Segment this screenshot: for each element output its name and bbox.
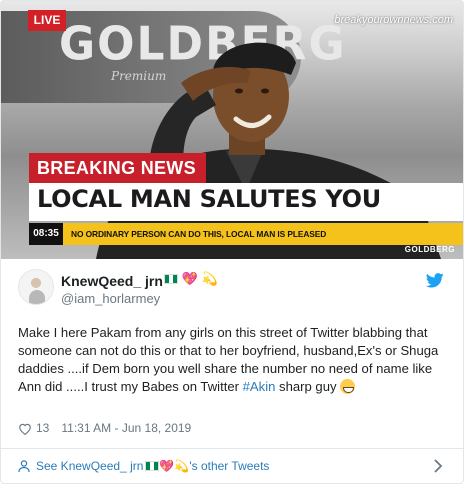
hashtag-link[interactable]: #Akin bbox=[243, 379, 276, 394]
nigeria-flag-icon bbox=[164, 274, 178, 284]
tweet-text: Make I here Pakam from any girls on this… bbox=[18, 324, 454, 396]
ticker-text: NO ORDINARY PERSON CAN DO THIS, LOCAL MA… bbox=[71, 229, 327, 239]
tweet-media-image[interactable]: GOLDBERG Premium LIVE breakyourownnews.c… bbox=[1, 1, 463, 259]
live-badge: LIVE bbox=[28, 10, 66, 31]
tweet-meta: 13 11:31 AM - Jun 18, 2019 bbox=[18, 421, 191, 435]
user-handle[interactable]: @iam_horlarmey bbox=[61, 291, 160, 306]
dizzy-icon: 💫 bbox=[174, 459, 190, 473]
footer-link-prefix: See KnewQeed_ jrn bbox=[36, 459, 144, 473]
person-icon bbox=[18, 460, 30, 472]
breaking-news-label: BREAKING NEWS bbox=[29, 153, 206, 183]
chevron-right-icon[interactable] bbox=[433, 459, 443, 473]
footer-link-suffix: 's other Tweets bbox=[189, 459, 270, 473]
nigeria-flag-icon bbox=[145, 461, 160, 471]
sparkling-heart-icon: 💖 bbox=[181, 271, 198, 286]
embedded-tweet-card: GOLDBERG Premium LIVE breakyourownnews.c… bbox=[0, 0, 464, 484]
grinning-face-icon bbox=[340, 379, 356, 394]
see-other-tweets-link[interactable]: See KnewQeed_ jrn 💖 💫 's other Tweets bbox=[18, 459, 269, 473]
sparkling-heart-icon: 💖 bbox=[159, 459, 175, 473]
avatar[interactable] bbox=[18, 269, 54, 305]
avatar-figure bbox=[29, 290, 45, 304]
headline-text: LOCAL MAN SALUTES YOU bbox=[37, 185, 381, 213]
tweet-timestamp[interactable]: 11:31 AM - Jun 18, 2019 bbox=[61, 421, 191, 435]
display-name[interactable]: KnewQeed_ jrn bbox=[61, 273, 163, 289]
watermark-text: breakyourownnews.com bbox=[334, 14, 453, 26]
name-emojis: 💖 💫 bbox=[164, 271, 218, 287]
divider bbox=[1, 448, 463, 449]
heart-icon[interactable] bbox=[18, 422, 32, 435]
ticker-time: 08:35 bbox=[29, 223, 63, 245]
corner-logo-mark: GOLDBERG bbox=[404, 245, 455, 254]
tweet-text-tail: sharp guy bbox=[275, 379, 341, 394]
tweet-text-main: Make I here Pakam from any girls on this… bbox=[18, 325, 439, 394]
twitter-bird-icon[interactable] bbox=[426, 273, 444, 288]
like-count[interactable]: 13 bbox=[36, 421, 49, 435]
dizzy-icon: 💫 bbox=[201, 271, 218, 286]
